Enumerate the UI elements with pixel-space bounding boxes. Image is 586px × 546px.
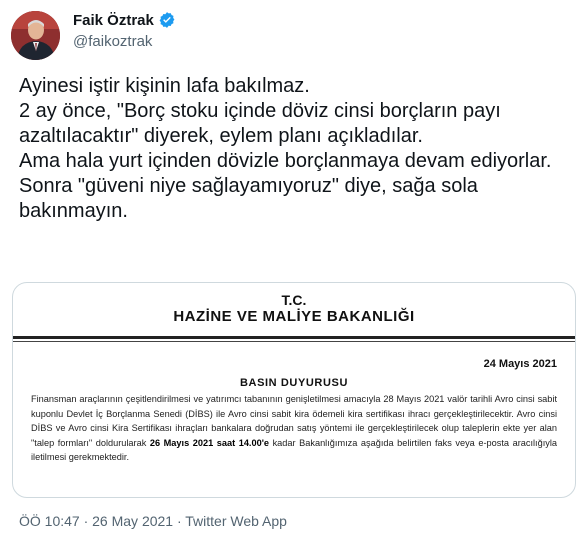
doc-date: 24 Mayıs 2021 [483,358,557,370]
tweet-timestamp[interactable]: ÖÖ 10:47 · 26 May 2021 · Twitter Web App [19,513,287,529]
avatar[interactable] [11,11,60,60]
author-name[interactable]: Faik Öztrak [73,12,154,29]
doc-divider-thin [13,341,575,342]
doc-paragraph: Finansman araçlarının çeşitlendirilmesi … [31,392,557,465]
author-handle[interactable]: @faikoztrak [73,33,152,50]
doc-tc: T.C. [281,292,307,308]
tweet-media-image[interactable]: T.C. HAZİNE VE MALİYE BAKANLIĞI 24 Mayıs… [12,282,576,498]
verified-badge-icon [159,12,175,28]
tweet-text: Ayinesi iştir kişinin lafa bakılmaz. 2 a… [19,75,552,222]
doc-heading: BASIN DUYURUSU [239,377,349,389]
doc-paragraph-deadline: 26 Mayıs 2021 saat 14.00'e [149,437,270,448]
doc-ministry-title: HAZİNE VE MALİYE BAKANLIĞI [173,308,415,325]
press-release-document: T.C. HAZİNE VE MALİYE BAKANLIĞI 24 Mayıs… [13,283,575,497]
author-name-row[interactable]: Faik Öztrak [73,11,176,29]
doc-divider-thick [13,336,575,339]
tweet-card: Faik Öztrak @faikoztrak Ayinesi iştir ki… [0,0,586,546]
avatar-photo [11,11,60,60]
